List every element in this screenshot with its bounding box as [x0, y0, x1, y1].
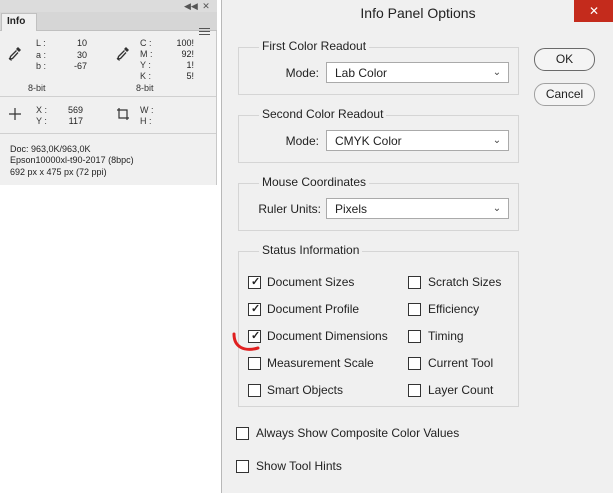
divider [0, 133, 216, 134]
scratch-sizes-checkbox[interactable] [408, 276, 421, 289]
eyedropper-icon[interactable] [116, 46, 130, 62]
readout-label-y: Y : [140, 60, 151, 70]
status-information-title: Status Information [259, 243, 363, 257]
efficiency-checkbox[interactable] [408, 303, 421, 316]
document-dimensions-label[interactable]: Document Dimensions [267, 329, 388, 343]
coord-value-y: 117 [68, 116, 83, 126]
dialog-title: Info Panel Options [360, 5, 476, 21]
readout-label-b: b : [36, 61, 47, 71]
smart-objects-checkbox[interactable] [248, 384, 261, 397]
tool-hints-checkbox[interactable] [236, 460, 249, 473]
ruler-units-select[interactable]: Pixels ⌄ [326, 198, 509, 219]
chevron-down-icon: ⌄ [492, 67, 502, 78]
crosshair-icon [9, 108, 21, 120]
current-tool-checkbox[interactable] [408, 357, 421, 370]
readout-label-k: K : [140, 71, 152, 81]
info-panel-options-dialog: Info Panel Options ✕ First Color Readout… [221, 0, 613, 493]
dim-label-h: H : [140, 116, 152, 126]
timing-label[interactable]: Timing [428, 329, 464, 343]
readout-value-m: 92! [181, 49, 194, 59]
layer-count-checkbox[interactable] [408, 384, 421, 397]
panel-menu-icon[interactable] [199, 28, 210, 38]
info-panel: ◀◀ ✕ Info L : a : b : 10 30 -67 8-bit C … [0, 0, 217, 185]
coord-label-x: X : [36, 105, 48, 115]
chevron-down-icon: ⌄ [492, 135, 502, 146]
ruler-units-label: Ruler Units: [258, 202, 321, 216]
tool-hints-label[interactable]: Show Tool Hints [256, 459, 342, 473]
first-color-readout-group: First Color Readout Mode: Lab Color ⌄ [238, 39, 519, 95]
readout-value-y: 1! [186, 60, 194, 70]
second-mode-select[interactable]: CMYK Color ⌄ [326, 130, 509, 151]
chevron-down-icon: ⌄ [492, 203, 502, 214]
second-mode-value: CMYK Color [335, 134, 402, 148]
scratch-sizes-label[interactable]: Scratch Sizes [428, 275, 501, 289]
smart-objects-label[interactable]: Smart Objects [267, 383, 343, 397]
second-color-readout-title: Second Color Readout [259, 107, 387, 121]
mouse-coordinates-title: Mouse Coordinates [259, 175, 370, 189]
dim-label-w: W : [140, 105, 154, 115]
ruler-units-value: Pixels [335, 202, 368, 216]
check-icon: ✓ [251, 276, 261, 288]
panel-tab-bar: Info [0, 12, 217, 35]
mouse-coordinates-group: Mouse Coordinates Ruler Units: Pixels ⌄ [238, 175, 519, 231]
readout-label-m: M : [140, 49, 153, 59]
second-color-readout-group: Second Color Readout Mode: CMYK Color ⌄ [238, 107, 519, 163]
selection-size-icon [117, 108, 129, 120]
composite-color-checkbox[interactable] [236, 427, 249, 440]
screen: ◀◀ ✕ Info L : a : b : 10 30 -67 8-bit C … [0, 0, 613, 493]
first-readout-bits: 8-bit [28, 83, 46, 93]
cancel-button[interactable]: Cancel [534, 83, 595, 106]
status-line-dimensions: 692 px x 475 px (72 ppi) [10, 167, 107, 177]
readout-value-l: 10 [76, 38, 87, 48]
layer-count-label[interactable]: Layer Count [428, 383, 493, 397]
ok-button[interactable]: OK [534, 48, 595, 71]
first-mode-value: Lab Color [335, 66, 388, 80]
coord-value-x: 569 [67, 105, 83, 115]
first-mode-label: Mode: [285, 66, 319, 80]
close-panel-icon[interactable]: ✕ [200, 1, 212, 11]
status-line-profile: Epson10000xl-t90-2017 (8bpc) [10, 155, 134, 165]
document-profile-label[interactable]: Document Profile [267, 302, 359, 316]
readout-value-c: 100! [176, 38, 194, 48]
panel-header-strip: ◀◀ ✕ [0, 0, 217, 12]
composite-color-label[interactable]: Always Show Composite Color Values [256, 426, 459, 440]
measurement-scale-label[interactable]: Measurement Scale [267, 356, 374, 370]
first-mode-select[interactable]: Lab Color ⌄ [326, 62, 509, 83]
collapse-panel-icon[interactable]: ◀◀ [184, 1, 198, 11]
document-sizes-checkbox[interactable]: ✓ [248, 276, 261, 289]
measurement-scale-checkbox[interactable] [248, 357, 261, 370]
document-sizes-label[interactable]: Document Sizes [267, 275, 354, 289]
close-dialog-button[interactable]: ✕ [574, 0, 613, 22]
readout-value-a: 30 [76, 50, 87, 60]
first-color-readout-title: First Color Readout [259, 39, 370, 53]
timing-checkbox[interactable] [408, 330, 421, 343]
readout-label-l: L : [36, 38, 46, 48]
status-information-group: Status Information ✓ Document Sizes ✓ Do… [238, 243, 519, 407]
second-readout-bits: 8-bit [136, 83, 154, 93]
status-line-doc-size: Doc: 963,0K/963,0K [10, 144, 91, 154]
readout-label-c: C : [140, 38, 152, 48]
readout-label-a: a : [36, 50, 47, 60]
document-profile-checkbox[interactable]: ✓ [248, 303, 261, 316]
tab-info[interactable]: Info [1, 13, 37, 31]
readout-value-b: -67 [73, 61, 87, 71]
second-mode-label: Mode: [285, 134, 319, 148]
annotation-highlight [232, 332, 260, 351]
current-tool-label[interactable]: Current Tool [428, 356, 493, 370]
coord-label-y: Y : [36, 116, 47, 126]
readout-value-k: 5! [186, 71, 194, 81]
divider [0, 96, 216, 97]
check-icon: ✓ [251, 303, 261, 315]
eyedropper-icon[interactable] [8, 46, 22, 62]
efficiency-label[interactable]: Efficiency [428, 302, 479, 316]
